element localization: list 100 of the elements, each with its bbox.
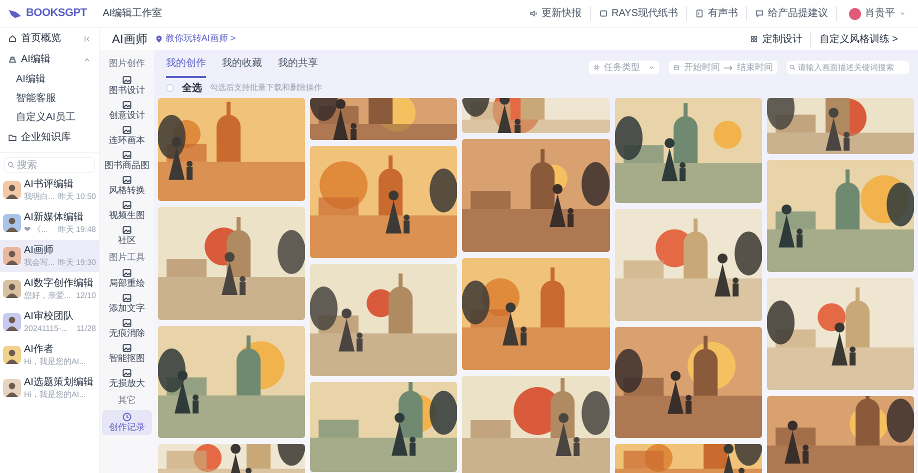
chat-preview: Hi，我是您的AI... — [24, 356, 86, 367]
chat-item[interactable]: AI作者 Hi，我是您的AI... — [0, 339, 99, 371]
search-icon — [789, 64, 796, 71]
chat-preview: 20241115-... — [24, 323, 68, 334]
tab[interactable]: 我的创作 — [166, 56, 206, 78]
arrow-icon — [724, 64, 733, 70]
avatar — [3, 346, 21, 364]
chat-name: AI新媒体编辑 — [24, 211, 84, 224]
app-title: AI编辑工作室 — [102, 6, 162, 21]
tool-item[interactable]: 创意设计 — [102, 98, 152, 122]
tool-item[interactable]: 视频生图 — [102, 198, 152, 222]
image-icon — [122, 200, 132, 210]
image-icon — [122, 74, 132, 84]
nav-item[interactable]: 企业知识库 — [0, 127, 99, 148]
image-icon — [122, 343, 132, 353]
speaker-icon — [528, 9, 538, 18]
checkbox[interactable] — [166, 84, 174, 92]
chat-name: AI选题策划编辑 — [24, 376, 94, 389]
nav-subitem[interactable]: AI编辑 — [0, 70, 99, 89]
chat-item[interactable]: AI书评编辑 我明白... 昨天 10:50 — [0, 174, 99, 206]
avatar — [3, 181, 21, 199]
search-field[interactable]: 搜索 — [4, 157, 95, 173]
top-link[interactable]: 有声书 — [687, 6, 747, 21]
tool-item[interactable]: 风格转换 — [102, 172, 152, 198]
tool-item[interactable]: 连环画本 — [102, 122, 152, 148]
avatar — [3, 280, 21, 298]
caret-icon — [899, 10, 906, 17]
guide-link[interactable]: 教你玩转AI画师 > — [155, 32, 236, 46]
image-icon — [122, 224, 132, 234]
keyword-search-field[interactable]: 请输入画面描述关键词搜索 — [786, 60, 910, 75]
chat-item[interactable]: AI画师 我会写... 昨天 19:30 — [0, 240, 99, 272]
grid-icon — [750, 35, 758, 43]
chat-time: 昨天 19:48 — [58, 224, 96, 235]
chat-icon — [755, 9, 764, 18]
chat-name: AI书评编辑 — [24, 178, 74, 191]
tab[interactable]: 我的收藏 — [222, 56, 262, 78]
clock-icon — [122, 412, 132, 422]
pin-icon — [155, 35, 164, 43]
image-icon — [122, 318, 132, 328]
book-icon — [598, 9, 608, 18]
chat-name: AI审校团队 — [24, 310, 74, 323]
chat-name: AI作者 — [24, 343, 54, 356]
image-icon — [122, 293, 132, 303]
avatar — [3, 379, 21, 397]
avatar — [3, 247, 21, 265]
header-action[interactable]: 自定义风格训练 > — [811, 32, 906, 46]
top-link[interactable]: RAYS现代纸书 — [590, 6, 687, 21]
chat-name: AI画师 — [24, 244, 54, 257]
tool-item[interactable]: 图书商品图 — [102, 148, 152, 172]
image-icon — [122, 368, 132, 378]
tool-item[interactable]: 智能抠图 — [102, 341, 152, 366]
image-icon — [122, 174, 132, 184]
caret-icon — [648, 64, 655, 71]
tool-item[interactable]: 添加文字 — [102, 291, 152, 316]
image-icon — [122, 150, 132, 160]
logo-text: BOOKSGPT — [26, 6, 87, 22]
tool-item[interactable]: 社区 — [102, 222, 152, 248]
chat-time: 昨天 10:50 — [58, 191, 96, 202]
chat-item[interactable]: AI新媒体编辑 ❤ 《... 昨天 19:48 — [0, 207, 99, 239]
select-all-label: 全选 — [182, 82, 202, 96]
section-label: 图片创作 — [109, 57, 145, 70]
top-link[interactable]: 给产品提建议 — [747, 6, 837, 21]
tool-item[interactable]: 无损放大 — [102, 366, 152, 391]
header-action[interactable]: 定制设计 — [742, 32, 812, 46]
chat-time: 昨天 19:30 — [58, 257, 96, 268]
collapse-icon — [83, 34, 91, 42]
section-label: 图片工具 — [109, 250, 145, 264]
nav-subitem[interactable]: 智能客服 — [0, 89, 99, 108]
top-link[interactable]: 更新快报 — [520, 6, 590, 21]
nav-item[interactable]: 首页概览 — [0, 28, 99, 49]
image-icon — [122, 268, 132, 278]
tab[interactable]: 我的共享 — [278, 56, 318, 78]
nav-subitem[interactable]: 自定义AI员工 — [0, 108, 99, 127]
avatar — [3, 214, 21, 232]
tool-item[interactable]: 图书设计 — [102, 72, 152, 98]
chat-item[interactable]: AI选题策划编辑 Hi，我是您的AI... — [0, 372, 99, 404]
calendar-icon — [673, 64, 680, 71]
chat-preview: 您好，亲爱... — [24, 290, 71, 301]
tool-item[interactable]: 局部重绘 — [102, 266, 152, 291]
chat-preview: 我会写... — [24, 257, 55, 268]
user-menu[interactable]: 肖贵平 — [849, 6, 906, 21]
chat-time: 12/10 — [76, 290, 96, 301]
chevron-up-icon — [83, 56, 91, 64]
home-icon — [8, 34, 17, 43]
tool-item[interactable]: 无痕消除 — [102, 316, 152, 341]
chat-item[interactable]: AI数字创作编辑 您好，亲爱... 12/10 — [0, 273, 99, 305]
section-label: 其它 — [118, 394, 136, 407]
tool-item[interactable]: 创作记录 — [102, 410, 152, 434]
page-title: AI画师 — [112, 31, 148, 48]
image-icon — [122, 100, 132, 110]
chat-item[interactable]: AI审校团队 20241115-... 11/28 — [0, 306, 99, 338]
search-icon — [7, 161, 15, 169]
folder-icon — [8, 133, 17, 142]
image-icon — [122, 124, 132, 134]
gear-icon — [593, 64, 600, 71]
nav-item[interactable]: AI编辑 — [0, 49, 99, 70]
chat-preview: ❤ 《... — [24, 224, 48, 235]
document-icon — [695, 9, 704, 18]
logo-icon — [8, 8, 22, 20]
avatar — [3, 313, 21, 331]
